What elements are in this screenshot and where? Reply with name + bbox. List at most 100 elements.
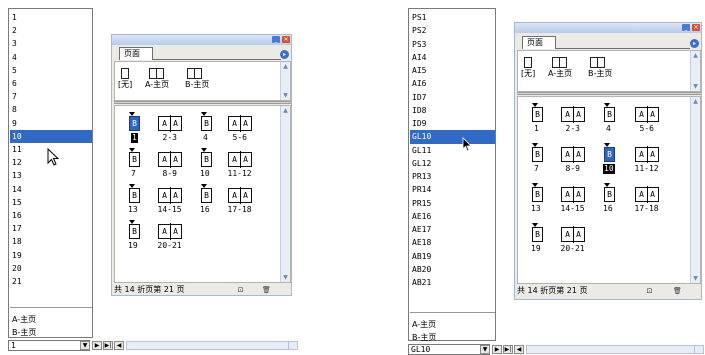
- master-list-item[interactable]: A-主页: [10, 313, 92, 326]
- scroll-down-icon[interactable]: ▼: [281, 91, 290, 100]
- page-thumb[interactable]: A: [573, 107, 585, 122]
- new-page-icon[interactable]: ⊡: [645, 287, 654, 295]
- tab-pages[interactable]: 页面: [522, 36, 556, 49]
- page-thumb[interactable]: A: [170, 116, 182, 131]
- page-thumb[interactable]: A: [573, 147, 585, 162]
- page-thumb[interactable]: A: [561, 227, 573, 242]
- list-item[interactable]: ID8: [410, 104, 495, 117]
- chevron-down-icon[interactable]: ▼: [480, 345, 490, 354]
- page-thumb[interactable]: B: [201, 112, 212, 131]
- scroll-right-button-right[interactable]: [694, 345, 704, 354]
- page-thumb[interactable]: A: [158, 116, 170, 131]
- list-item[interactable]: PR13: [410, 170, 495, 183]
- page-thumb[interactable]: B: [201, 184, 212, 203]
- list-item[interactable]: 1: [10, 11, 92, 24]
- page-thumb[interactable]: B: [532, 223, 543, 242]
- page-thumb[interactable]: B: [129, 148, 140, 167]
- page-thumb[interactable]: A: [158, 152, 170, 167]
- panel-titlebar[interactable]: [112, 35, 291, 45]
- list-item[interactable]: AB21: [410, 276, 495, 289]
- master-b-thumb[interactable]: [194, 68, 202, 79]
- page-number-field-left[interactable]: 1: [8, 340, 90, 351]
- pages-area[interactable]: B 1 A A 2-3 B 4 A A 5-6 B 7 A A 8-9 B 10 A A 11-12 B 13 A A 14-1…: [114, 105, 291, 283]
- scroll-up-icon[interactable]: ▲: [691, 51, 700, 60]
- vertical-scrollbar[interactable]: ▲ ▼: [690, 97, 700, 283]
- list-item[interactable]: AE17: [410, 223, 495, 236]
- list-item[interactable]: 20: [10, 262, 92, 275]
- scroll-down-icon[interactable]: ▼: [691, 274, 700, 283]
- list-item[interactable]: 10: [10, 129, 92, 143]
- list-item[interactable]: 7: [10, 90, 92, 103]
- trash-icon[interactable]: 🗑: [262, 286, 271, 294]
- trash-icon[interactable]: 🗑: [673, 287, 682, 295]
- list-item[interactable]: PR15: [410, 197, 495, 210]
- scroll-down-icon[interactable]: ▼: [281, 273, 290, 282]
- page-thumb[interactable]: A: [240, 188, 252, 203]
- panel-divider[interactable]: [517, 92, 701, 95]
- page-thumb[interactable]: A: [647, 187, 659, 202]
- vertical-scrollbar[interactable]: ▲ ▼: [690, 51, 700, 91]
- page-thumb[interactable]: A: [240, 116, 252, 131]
- page-thumb[interactable]: A: [158, 224, 170, 239]
- skip-end-icon[interactable]: ▶|: [503, 345, 513, 354]
- page-thumb[interactable]: A: [647, 107, 659, 122]
- scroll-down-icon[interactable]: ▼: [691, 82, 700, 91]
- list-item[interactable]: ID9: [410, 117, 495, 130]
- page-thumb[interactable]: A: [170, 188, 182, 203]
- list-item[interactable]: PS3: [410, 38, 495, 51]
- list-item[interactable]: 14: [10, 183, 92, 196]
- list-item[interactable]: AE18: [410, 236, 495, 249]
- vertical-scrollbar[interactable]: ▲ ▼: [280, 62, 290, 100]
- list-item[interactable]: ID7: [410, 91, 495, 104]
- list-item[interactable]: 5: [10, 64, 92, 77]
- minimize-icon[interactable]: _: [682, 24, 690, 31]
- list-item[interactable]: 2: [10, 24, 92, 37]
- page-thumb[interactable]: A: [561, 107, 573, 122]
- list-item[interactable]: 19: [10, 249, 92, 262]
- page-thumb[interactable]: B: [532, 103, 543, 122]
- panel-divider[interactable]: [114, 101, 291, 104]
- master-none-thumb[interactable]: [121, 68, 129, 79]
- page-thumb[interactable]: A: [561, 187, 573, 202]
- list-item[interactable]: GL12: [410, 157, 495, 170]
- list-item[interactable]: PS1: [410, 11, 495, 24]
- master-none-thumb[interactable]: [524, 57, 532, 68]
- list-item[interactable]: 18: [10, 235, 92, 248]
- master-b-thumb[interactable]: [597, 57, 605, 68]
- page-thumb[interactable]: A: [228, 188, 240, 203]
- page-thumb[interactable]: A: [635, 107, 647, 122]
- page-number-field-right[interactable]: GL10: [408, 344, 490, 355]
- list-item[interactable]: 15: [10, 196, 92, 209]
- page-thumb[interactable]: B: [532, 183, 543, 202]
- scroll-up-icon[interactable]: ▲: [281, 106, 290, 115]
- page-thumb[interactable]: A: [573, 187, 585, 202]
- page-thumb[interactable]: A: [561, 147, 573, 162]
- chevron-left-icon[interactable]: ◀: [514, 345, 524, 354]
- chevron-left-icon[interactable]: ◀: [114, 341, 124, 350]
- list-item[interactable]: 13: [10, 169, 92, 182]
- master-a-thumb[interactable]: [156, 68, 164, 79]
- page-thumb[interactable]: B: [532, 143, 543, 162]
- list-item[interactable]: 3: [10, 37, 92, 50]
- panel-menu-icon[interactable]: ▸: [280, 50, 289, 59]
- page-thumb[interactable]: B: [604, 103, 615, 122]
- list-item[interactable]: AB19: [410, 250, 495, 263]
- master-list-item[interactable]: A-主页: [410, 318, 495, 331]
- page-thumb[interactable]: B: [129, 184, 140, 203]
- list-item[interactable]: 17: [10, 222, 92, 235]
- master-list-item[interactable]: B-主页: [410, 331, 495, 344]
- page-thumb[interactable]: A: [170, 224, 182, 239]
- list-item[interactable]: AI6: [410, 77, 495, 90]
- list-item[interactable]: PR14: [410, 183, 495, 196]
- horizontal-scrollbar-left[interactable]: [126, 341, 298, 350]
- master-a-thumb[interactable]: [559, 57, 567, 68]
- close-icon[interactable]: ✕: [282, 36, 290, 43]
- page-thumb[interactable]: A: [635, 147, 647, 162]
- page-thumb[interactable]: B: [604, 183, 615, 202]
- page-thumb[interactable]: A: [573, 227, 585, 242]
- page-thumb[interactable]: A: [228, 152, 240, 167]
- play-icon[interactable]: ▶: [92, 341, 102, 350]
- chevron-down-icon[interactable]: ▼: [80, 341, 90, 350]
- page-thumb[interactable]: A: [170, 152, 182, 167]
- list-item[interactable]: AB20: [410, 263, 495, 276]
